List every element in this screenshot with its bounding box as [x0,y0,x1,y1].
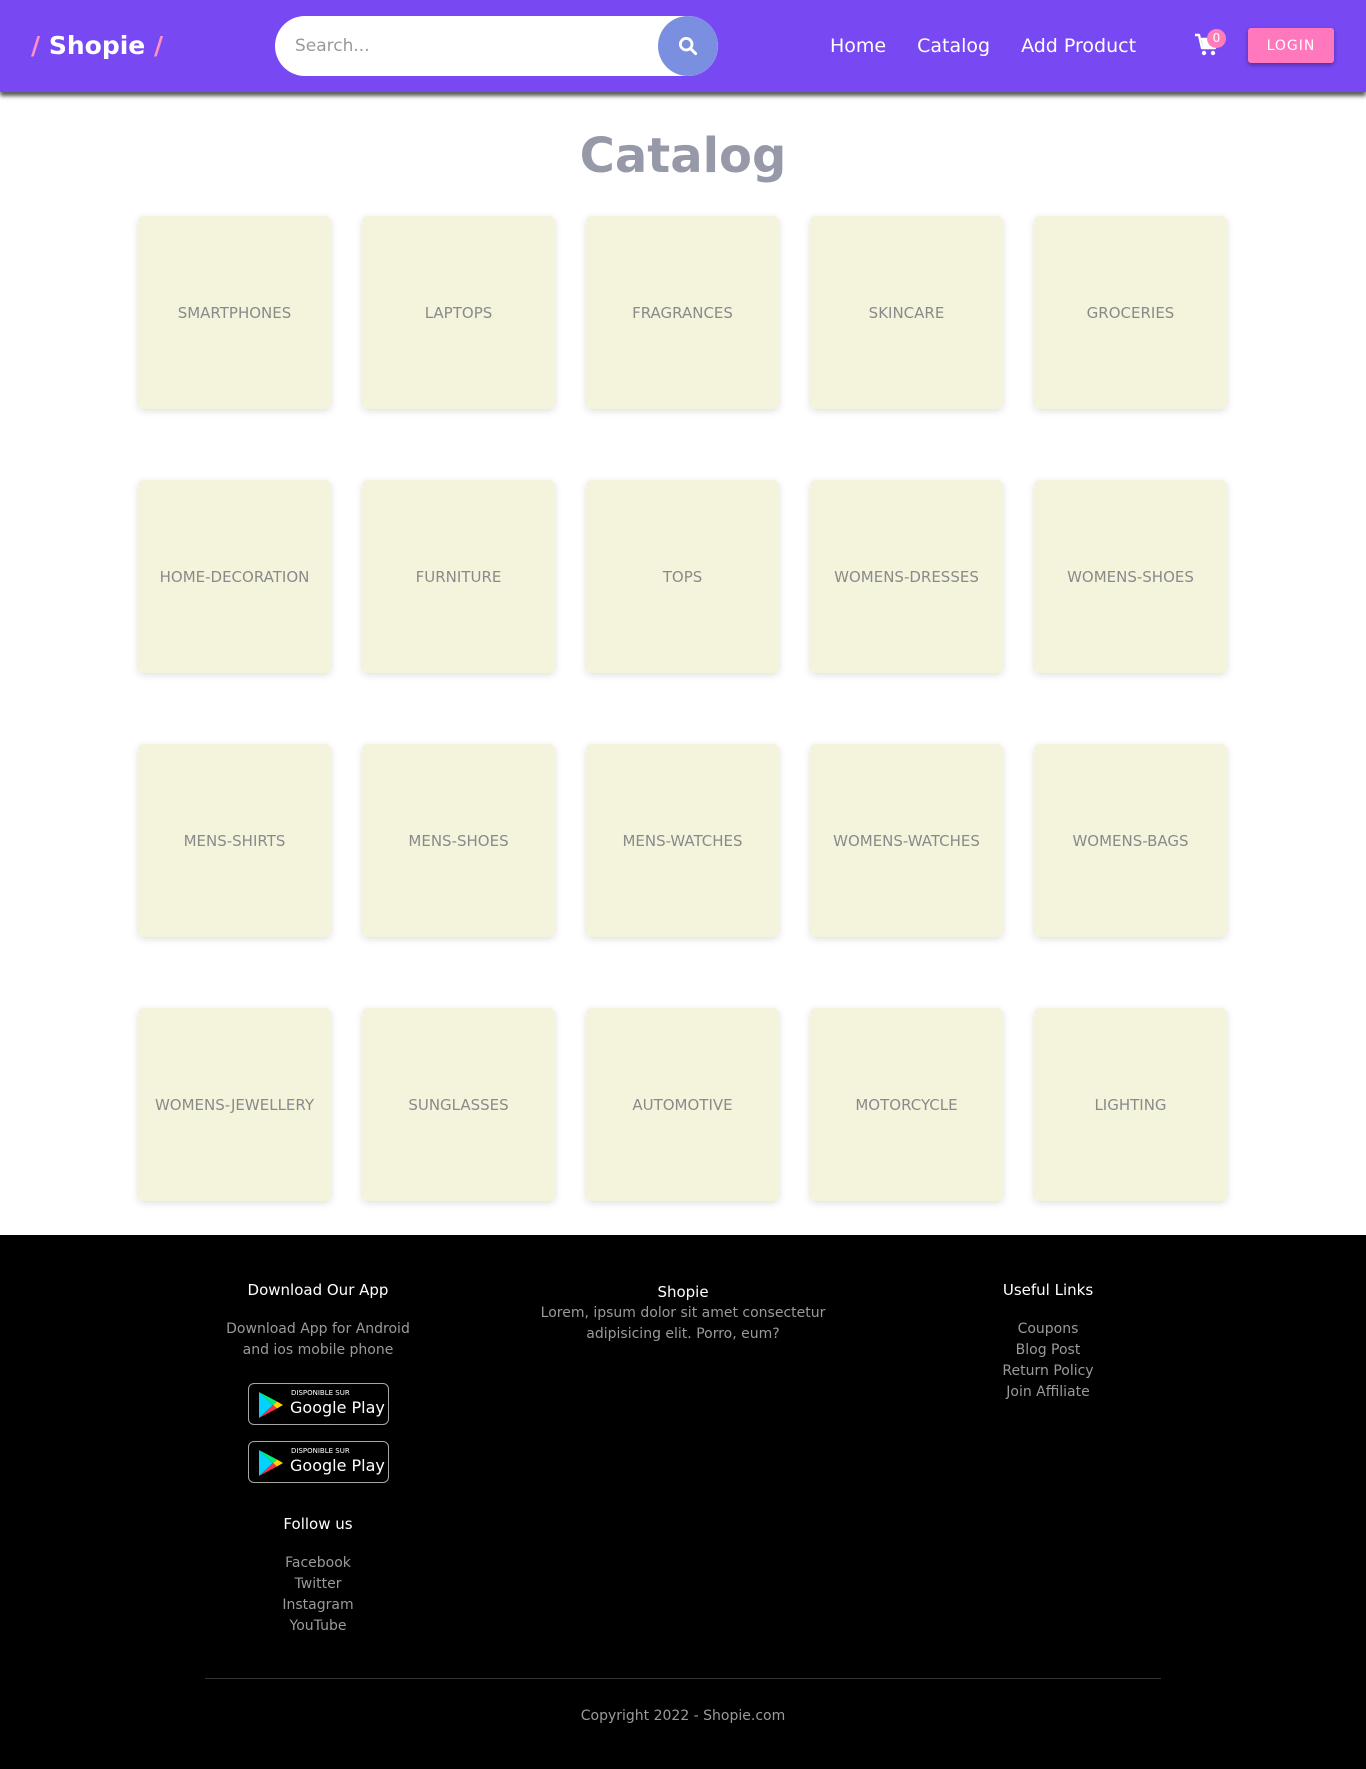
category-card-lighting[interactable]: LIGHTING [1034,1008,1227,1201]
badge-big-text: Google Play [290,1398,385,1417]
category-card-womens-bags[interactable]: WOMENS-BAGS [1034,744,1227,937]
category-label: AUTOMOTIVE [632,1095,733,1114]
category-label: SKINCARE [868,303,945,322]
category-label: FURNITURE [415,567,502,586]
category-label: WOMENS-BAGS [1072,831,1189,850]
useful-link-blog-post[interactable]: Blog Post [948,1340,1148,1361]
category-card-mens-watches[interactable]: MENS-WATCHES [586,744,779,937]
badge-small-text: DISPONIBLE SUR [291,1447,350,1455]
category-card-womens-shoes[interactable]: WOMENS-SHOES [1034,480,1227,673]
category-label: SUNGLASSES [408,1095,509,1114]
category-card-motorcycle[interactable]: MOTORCYCLE [810,1008,1003,1201]
category-card-fragrances[interactable]: FRAGRANCES [586,216,779,409]
copyright: Copyright 2022 - Shopie.com [580,1708,786,1724]
category-card-automotive[interactable]: AUTOMOTIVE [586,1008,779,1201]
category-grid: SMARTPHONES LAPTOPS FRAGRANCES SKINCARE … [138,216,1228,1201]
nav-home[interactable]: Home [830,30,886,62]
footer-download-column: Download Our App Download App for Androi… [218,1280,418,1361]
about-heading: Shopie [657,1283,709,1301]
category-card-womens-watches[interactable]: WOMENS-WATCHES [810,744,1003,937]
category-label: HOME-DECORATION [159,567,310,586]
footer-about-column: Shopie Lorem, ipsum dolor sit amet conse… [483,1282,883,1345]
badge-small-text: DISPONIBLE SUR [291,1389,350,1397]
category-card-tops[interactable]: TOPS [586,480,779,673]
footer-useful-links-column: Useful Links Coupons Blog Post Return Po… [948,1280,1148,1403]
category-label: LAPTOPS [424,303,493,322]
category-label: FRAGRANCES [632,303,733,322]
category-card-skincare[interactable]: SKINCARE [810,216,1003,409]
search-button[interactable] [658,16,718,76]
google-play-icon [259,1450,283,1476]
logo-slash-right: / [153,31,164,60]
cart-count-badge: 0 [1207,29,1226,48]
category-label: WOMENS-SHOES [1067,567,1194,586]
category-label: MENS-WATCHES [622,831,743,850]
follow-link-instagram[interactable]: Instagram [218,1595,418,1616]
login-button[interactable]: LOGIN [1248,28,1334,63]
search-input[interactable] [275,16,660,76]
category-label: WOMENS-DRESSES [834,567,979,586]
category-card-womens-dresses[interactable]: WOMENS-DRESSES [810,480,1003,673]
google-play-badge-1[interactable]: DISPONIBLE SUR Google Play [248,1383,389,1425]
footer: Download Our App Download App for Androi… [0,1235,1366,1769]
download-text-line-1: Download App for Android [226,1321,410,1337]
category-label: MOTORCYCLE [855,1095,958,1114]
logo-text: Shopie [48,31,146,60]
follow-link-youtube[interactable]: YouTube [218,1616,418,1637]
search-icon [678,36,698,56]
logo-slash-left: / [31,31,41,60]
footer-follow-column: Follow us Facebook Twitter Instagram You… [218,1514,418,1637]
category-card-mens-shoes[interactable]: MENS-SHOES [362,744,555,937]
download-text-line-2: and ios mobile phone [242,1342,394,1358]
category-card-laptops[interactable]: LAPTOPS [362,216,555,409]
follow-link-twitter[interactable]: Twitter [218,1574,418,1595]
about-text-line-1: Lorem, ipsum dolor sit amet consectetur [540,1305,826,1321]
download-heading: Download Our App [247,1281,389,1299]
category-card-womens-jewellery[interactable]: WOMENS-JEWELLERY [138,1008,331,1201]
category-label: MENS-SHIRTS [183,831,286,850]
nav-add-product[interactable]: Add Product [1021,30,1136,62]
useful-link-coupons[interactable]: Coupons [948,1319,1148,1340]
category-label: MENS-SHOES [408,831,509,850]
search-bar [275,16,718,76]
about-text-line-2: adipisicing elit. Porro, eum? [586,1326,780,1342]
category-label: GROCERIES [1086,303,1175,322]
category-label: SMARTPHONES [177,303,292,322]
logo[interactable]: / Shopie / [31,29,163,63]
category-card-furniture[interactable]: FURNITURE [362,480,555,673]
category-card-smartphones[interactable]: SMARTPHONES [138,216,331,409]
nav-catalog[interactable]: Catalog [917,30,990,62]
useful-link-join-affiliate[interactable]: Join Affiliate [948,1382,1148,1403]
google-play-icon [259,1392,283,1418]
category-card-sunglasses[interactable]: SUNGLASSES [362,1008,555,1201]
google-play-badge-2[interactable]: DISPONIBLE SUR Google Play [248,1441,389,1483]
category-card-mens-shirts[interactable]: MENS-SHIRTS [138,744,331,937]
follow-heading: Follow us [283,1515,353,1533]
category-label: TOPS [662,567,703,586]
page-title: Catalog [579,128,787,184]
category-card-groceries[interactable]: GROCERIES [1034,216,1227,409]
follow-link-facebook[interactable]: Facebook [218,1553,418,1574]
category-label: WOMENS-JEWELLERY [154,1095,315,1114]
category-label: LIGHTING [1094,1095,1167,1114]
badge-big-text: Google Play [290,1456,385,1475]
nav-links: Home Catalog Add Product [830,30,1167,62]
useful-links-heading: Useful Links [1002,1281,1094,1299]
category-card-home-decoration[interactable]: HOME-DECORATION [138,480,331,673]
category-label: WOMENS-WATCHES [833,831,980,850]
useful-link-return-policy[interactable]: Return Policy [948,1361,1148,1382]
navbar: / Shopie / Home Catalog Add Product 0 LO… [0,0,1366,92]
footer-divider [205,1678,1161,1679]
